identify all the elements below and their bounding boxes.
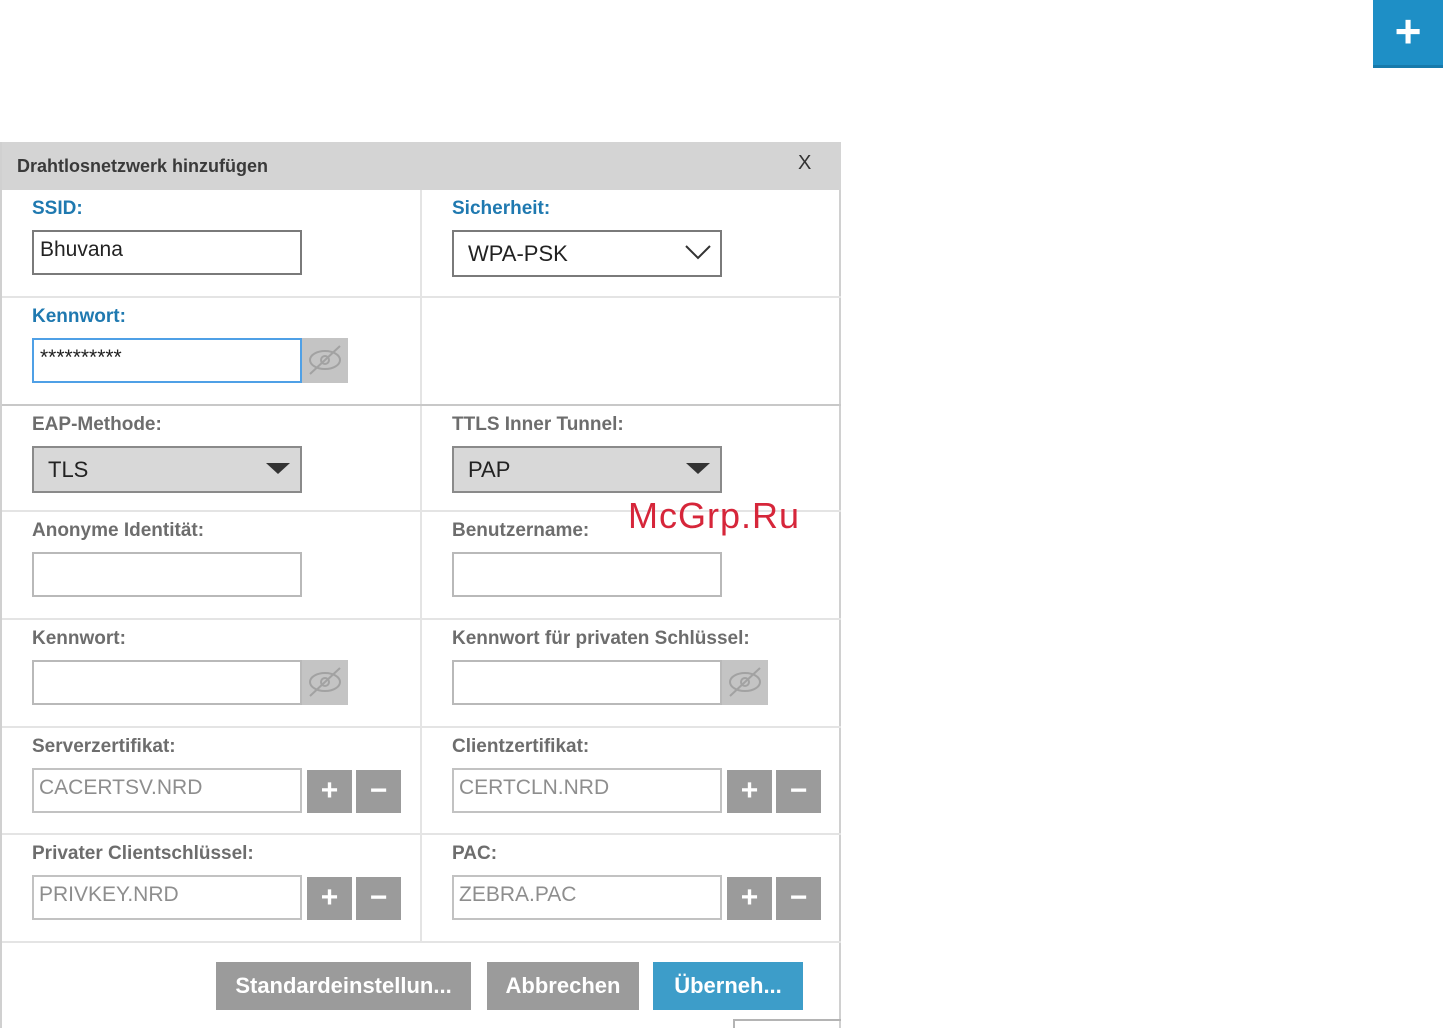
row-ssid-security: SSID: Bhuvana Sicherheit: WPA-PSK — [2, 190, 841, 298]
remove-client-cert-button[interactable]: − — [776, 770, 821, 813]
client-cert-label: Clientzertifikat: — [452, 736, 590, 757]
add-pac-button[interactable]: + — [727, 877, 772, 920]
eap-method-select[interactable]: TLS — [32, 446, 302, 493]
private-client-key-label: Privater Clientschlüssel: — [32, 843, 254, 864]
caret-down-icon — [684, 456, 712, 484]
remove-server-cert-button[interactable]: − — [356, 770, 401, 813]
remove-pac-button[interactable]: − — [776, 877, 821, 920]
dialog-titlebar: Drahtlosnetzwerk hinzufügen X — [2, 142, 841, 190]
pac-label: PAC: — [452, 843, 498, 864]
server-cert-input[interactable]: CACERTSV.NRD — [32, 768, 302, 813]
add-client-cert-button[interactable]: + — [727, 770, 772, 813]
cancel-button[interactable]: Abbrechen — [487, 962, 639, 1010]
password-label: Kennwort: — [32, 306, 126, 327]
eye-slash-icon — [729, 667, 761, 697]
anon-identity-input[interactable] — [32, 552, 302, 597]
private-key-password-input[interactable] — [452, 660, 722, 705]
eye-slash-icon — [309, 345, 341, 375]
show-eap-password-toggle[interactable] — [302, 660, 348, 705]
ttls-inner-value: PAP — [468, 457, 511, 482]
chevron-down-icon — [684, 240, 712, 268]
apply-button[interactable]: Überneh... — [653, 962, 803, 1010]
eap-password-input[interactable] — [32, 660, 302, 705]
username-label: Benutzername: — [452, 520, 590, 541]
username-input[interactable] — [452, 552, 722, 597]
security-select[interactable]: WPA-PSK — [452, 230, 722, 277]
pac-input[interactable]: ZEBRA.PAC — [452, 875, 722, 920]
eap-method-label: EAP-Methode: — [32, 414, 162, 435]
private-client-key-input[interactable]: PRIVKEY.NRD — [32, 875, 302, 920]
private-key-password-label: Kennwort für privaten Schlüssel: — [452, 628, 750, 649]
row-eap-passwords: Kennwort: Kennwort für privaten Schlüsse… — [2, 620, 841, 728]
remove-private-key-button[interactable]: − — [356, 877, 401, 920]
row-password: Kennwort: ********** — [2, 298, 841, 406]
eap-method-value: TLS — [48, 457, 89, 482]
server-cert-label: Serverzertifikat: — [32, 736, 176, 757]
close-button[interactable]: X — [798, 152, 811, 175]
password-input[interactable]: ********** — [32, 338, 302, 383]
security-value: WPA-PSK — [468, 241, 568, 266]
eye-slash-icon — [309, 667, 341, 697]
ssid-label: SSID: — [32, 198, 83, 219]
add-server-cert-button[interactable]: + — [307, 770, 352, 813]
add-network-button[interactable]: + — [1373, 0, 1443, 68]
row-key-pac: Privater Clientschlüssel: PRIVKEY.NRD + … — [2, 835, 841, 943]
row-certificates: Serverzertifikat: CACERTSV.NRD + − Clien… — [2, 728, 841, 835]
watermark-text: McGrp.Ru — [628, 495, 801, 536]
add-private-key-button[interactable]: + — [307, 877, 352, 920]
ttls-inner-select[interactable]: PAP — [452, 446, 722, 493]
show-password-toggle[interactable] — [302, 338, 348, 383]
client-cert-input[interactable]: CERTCLN.NRD — [452, 768, 722, 813]
security-label: Sicherheit: — [452, 198, 551, 219]
ttls-inner-label: TTLS Inner Tunnel: — [452, 414, 624, 435]
caret-down-icon — [264, 456, 292, 484]
anon-identity-label: Anonyme Identität: — [32, 520, 205, 541]
eap-password-label: Kennwort: — [32, 628, 126, 649]
show-private-key-password-toggle[interactable] — [722, 660, 768, 705]
resize-handle[interactable] — [733, 1019, 841, 1028]
defaults-button[interactable]: Standardeinstellun... — [216, 962, 471, 1010]
add-wireless-network-dialog: Drahtlosnetzwerk hinzufügen X SSID: Bhuv… — [0, 142, 841, 1028]
ssid-input[interactable]: Bhuvana — [32, 230, 302, 275]
dialog-title: Drahtlosnetzwerk hinzufügen — [17, 156, 269, 176]
